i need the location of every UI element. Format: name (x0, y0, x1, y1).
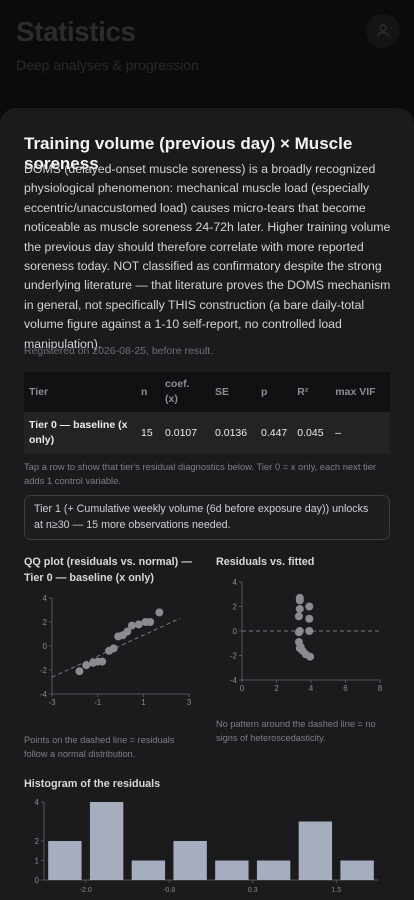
row-vif: – (330, 412, 390, 454)
col-tier: Tier (24, 372, 136, 412)
registration-note: Registered on 2026-08-25, before result. (24, 345, 214, 357)
histogram-bar (173, 841, 207, 880)
histogram-bar (340, 860, 374, 880)
residuals-fitted-note: No pattern around the dashed line = no s… (216, 719, 376, 743)
hist-y-tick-label: 4 (35, 798, 40, 807)
rf-point (295, 596, 304, 605)
rf-x-tick-label: 6 (343, 684, 348, 693)
tier-table-header: Tier n coef. (x) SE p R² max VIF (24, 372, 390, 412)
analysis-description: DOMS (delayed-onset muscle soreness) is … (24, 162, 391, 351)
col-r2: R² (292, 372, 331, 412)
qq-x-tick-label: -3 (48, 698, 56, 707)
rf-x-tick-label: 8 (378, 684, 383, 693)
rf-point (295, 604, 304, 613)
hist-x-tick-label: -0.8 (163, 887, 175, 894)
table-row[interactable]: Tier 0 — baseline (x only) 15 0.0107 0.0… (24, 412, 390, 454)
rf-point (305, 602, 314, 611)
hist-y-tick-label: 2 (35, 837, 40, 846)
rf-y-tick-label: 4 (233, 578, 238, 587)
profile-button[interactable] (366, 14, 400, 48)
qq-y-tick-label: -2 (40, 666, 48, 675)
qq-plot-title: QQ plot (residuals vs. normal) — Tier 0 … (24, 556, 192, 584)
qq-y-tick-label: 0 (43, 642, 48, 651)
histogram-bar (215, 860, 249, 880)
hist-x-tick-label: -2.0 (80, 887, 92, 894)
user-icon (376, 24, 390, 38)
histogram-bar (89, 802, 124, 880)
rf-point (296, 642, 305, 651)
qq-point (109, 644, 118, 653)
qq-point (75, 667, 84, 676)
residuals-fitted-title: Residuals vs. fitted (216, 556, 315, 568)
row-r2: 0.045 (292, 412, 331, 454)
qq-point (82, 661, 91, 670)
rf-point (305, 614, 314, 623)
histogram-bar (298, 821, 333, 880)
col-se: SE (210, 372, 256, 412)
hist-x-tick-label: 0.3 (248, 887, 258, 894)
tier-table: Tier n coef. (x) SE p R² max VIF Tier 0 … (24, 372, 390, 454)
hist-x-tick-label: 1.5 (331, 887, 341, 894)
col-coef: coef. (x) (160, 372, 210, 412)
qq-point (134, 620, 143, 629)
rf-x-tick-label: 4 (309, 684, 314, 693)
row-coef: 0.0107 (160, 412, 210, 454)
row-tier: Tier 0 — baseline (x only) (24, 412, 136, 454)
rf-y-tick-label: -4 (230, 676, 238, 685)
qq-x-tick-label: 3 (187, 698, 192, 707)
histogram-bar (256, 860, 291, 880)
hist-y-tick-label: 0 (35, 876, 40, 885)
top-bar: Statistics Deep analyses & progression (0, 0, 414, 110)
hist-y-tick-label: 1 (35, 857, 40, 866)
page-subtitle: Deep analyses & progression (16, 57, 199, 73)
rf-point (294, 612, 303, 621)
qq-plot-note: Points on the dashed line = residuals fo… (24, 735, 175, 759)
col-p: p (256, 372, 293, 412)
qq-point (146, 618, 155, 626)
col-vif: max VIF (330, 372, 390, 412)
rf-point (294, 628, 303, 637)
qq-y-tick-label: 2 (43, 618, 48, 627)
tier-hint: Tap a row to show that tier's residual d… (24, 461, 377, 486)
rf-y-tick-label: 0 (233, 627, 238, 636)
unlock-notice: Tier 1 (+ Cumulative weekly volume (6d b… (24, 495, 390, 540)
rf-x-tick-label: 2 (274, 684, 279, 693)
rf-y-tick-label: 2 (233, 603, 238, 612)
histogram-bar (48, 841, 82, 880)
qq-plot: -4 -2 0 2 4 -3 -1 1 3 (40, 594, 192, 707)
rf-point (305, 627, 314, 635)
residual-histogram: 0 1 2 4 -2.0 -0.8 0.3 1.5 (35, 798, 378, 894)
histogram-bar (131, 860, 166, 880)
row-p: 0.447 (256, 412, 293, 454)
rf-point (306, 652, 315, 661)
qq-point (127, 621, 136, 630)
qq-x-tick-label: 1 (141, 698, 146, 707)
residuals-fitted-plot: -4 -2 0 2 4 0 2 4 6 8 (230, 578, 383, 693)
rf-y-tick-label: -2 (230, 652, 238, 661)
qq-y-tick-label: -4 (40, 690, 48, 699)
qq-x-tick-label: -1 (94, 698, 102, 707)
rf-x-tick-label: 0 (240, 684, 245, 693)
qq-point (98, 657, 107, 666)
row-n: 15 (136, 412, 160, 454)
qq-point (155, 608, 164, 617)
col-n: n (136, 372, 160, 412)
row-se: 0.0136 (210, 412, 256, 454)
page-title: Statistics (16, 16, 136, 47)
histogram-title: Histogram of the residuals (24, 778, 161, 790)
qq-y-tick-label: 4 (43, 594, 48, 603)
